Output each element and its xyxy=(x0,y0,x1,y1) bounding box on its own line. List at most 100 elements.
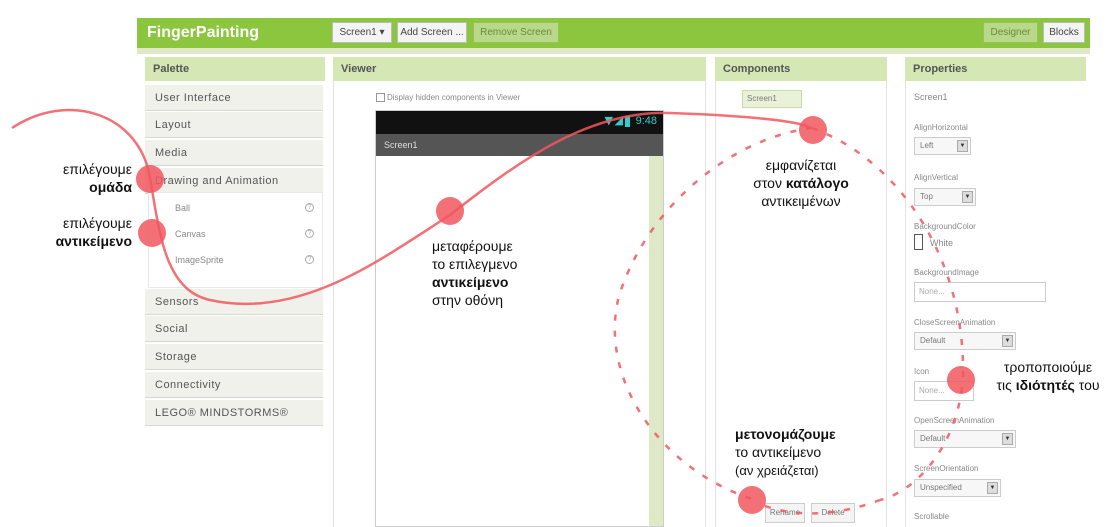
annotation-text: του xyxy=(1074,377,1100,393)
background-color-value[interactable]: White xyxy=(930,238,953,248)
annotation-text-bold: αντικείμενο xyxy=(432,274,509,290)
annotation-text: επιλέγουμε xyxy=(62,161,132,177)
annotation-text: αντικειμένων xyxy=(761,193,841,209)
align-vertical-select[interactable]: Top ▼ xyxy=(914,188,976,206)
palette-item-ball[interactable]: Ball ? xyxy=(150,196,320,220)
checkbox-icon[interactable] xyxy=(376,93,385,103)
annotation-appears: εμφανίζεται στον κατάλογο αντικειμένων xyxy=(715,156,887,210)
step-marker-group xyxy=(136,165,164,193)
app-inventor-designer: FingerPainting Screen1 ▾ Add Screen ... … xyxy=(0,0,1118,527)
signal-icon: ◢ xyxy=(614,114,623,127)
screen-orientation-select[interactable]: Unspecified ▼ xyxy=(914,479,1001,497)
palette-item-imagesprite[interactable]: ImageSprite ? xyxy=(150,248,320,272)
annotation-text: (αν χρειάζεται) xyxy=(735,463,819,478)
close-screen-animation-select[interactable]: Default ▼ xyxy=(914,332,1016,350)
hidden-components-label: Display hidden components in Viewer xyxy=(387,93,521,102)
battery-icon xyxy=(625,116,630,127)
imagesprite-item-label: ImageSprite xyxy=(175,255,224,265)
phone-scrollbar[interactable] xyxy=(649,156,663,526)
chevron-down-icon: ▼ xyxy=(1002,433,1013,445)
annotation-text: επιλέγουμε xyxy=(62,215,132,231)
toolbar-divider xyxy=(137,48,1090,54)
palette-group-lego[interactable]: LEGO® MINDSTORMS® xyxy=(145,400,323,426)
designer-button[interactable]: Designer xyxy=(983,22,1038,43)
display-hidden-components-checkbox[interactable]: Display hidden components in Viewer xyxy=(376,93,521,103)
icon-label: Icon xyxy=(914,367,930,376)
palette-group-drawing-animation[interactable]: Drawing and Animation xyxy=(145,168,323,194)
properties-header: Properties xyxy=(905,57,1086,81)
viewer-header: Viewer xyxy=(333,57,706,81)
annotation-text: στον xyxy=(753,175,786,191)
palette-group-social[interactable]: Social xyxy=(145,316,323,342)
delete-button[interactable]: Delete xyxy=(811,503,855,523)
annotation-select-object: επιλέγουμε αντικείμενο xyxy=(40,214,132,250)
step-marker-drag xyxy=(436,197,464,225)
palette-group-layout[interactable]: Layout xyxy=(145,112,323,138)
phone-status-bar: ▼ ◢ 9:48 xyxy=(376,111,663,134)
background-color-label: BackgroundColor xyxy=(914,222,976,231)
project-title: FingerPainting xyxy=(147,24,259,41)
component-tree-screen1[interactable]: Screen1 xyxy=(742,90,802,108)
palette-group-user-interface[interactable]: User Interface xyxy=(145,85,323,111)
screen-selector[interactable]: Screen1 ▾ xyxy=(332,22,392,43)
phone-preview[interactable]: ▼ ◢ 9:48 Screen1 xyxy=(375,110,664,527)
align-vertical-value: Top xyxy=(920,192,933,201)
blocks-button[interactable]: Blocks xyxy=(1043,22,1085,43)
info-icon[interactable]: ? xyxy=(305,203,314,212)
annotation-text-bold: ιδιότητές xyxy=(1015,377,1075,393)
palette-item-canvas[interactable]: Canvas ? xyxy=(150,222,320,246)
wifi-icon: ▼ xyxy=(604,114,613,127)
chevron-down-icon: ▼ xyxy=(987,482,998,494)
phone-screen-title: Screen1 xyxy=(376,134,663,156)
annotation-text: τροποποιούμε xyxy=(1003,359,1093,375)
annotation-text-bold: αντικείμενο xyxy=(55,233,132,249)
rename-button[interactable]: Rename xyxy=(765,503,805,523)
open-animation-value: Default xyxy=(920,434,946,443)
annotation-text: μεταφέρουμε xyxy=(432,238,513,254)
palette-group-storage[interactable]: Storage xyxy=(145,344,323,370)
scrollable-label: Scrollable xyxy=(914,512,950,521)
palette-header: Palette xyxy=(145,57,325,81)
annotation-text-bold: κατάλογο xyxy=(785,175,849,191)
annotation-modify: τροποποιούμε τις ιδιότητές του xyxy=(978,358,1118,394)
annotation-select-group: επιλέγουμε ομάδα xyxy=(40,160,132,196)
background-image-picker[interactable]: None... xyxy=(914,282,1046,302)
chevron-down-icon: ▼ xyxy=(957,140,968,152)
top-toolbar: FingerPainting Screen1 ▾ Add Screen ... … xyxy=(137,18,1090,48)
canvas-item-label: Canvas xyxy=(175,229,206,239)
step-marker-object xyxy=(138,219,166,247)
ball-item-label: Ball xyxy=(175,203,191,213)
add-screen-button[interactable]: Add Screen ... xyxy=(397,22,467,43)
info-icon[interactable]: ? xyxy=(305,255,314,264)
remove-screen-button[interactable]: Remove Screen xyxy=(473,22,559,43)
screen-orientation-value: Unspecified xyxy=(920,483,962,492)
align-horizontal-select[interactable]: Left ▼ xyxy=(914,137,971,155)
screen-orientation-label: ScreenOrientation xyxy=(914,464,979,473)
align-horizontal-label: AlignHorizontal xyxy=(914,123,968,132)
annotation-rename: μετονομάζουμε το αντικείμενο (αν χρειάζε… xyxy=(735,425,836,480)
open-screen-animation-select[interactable]: Default ▼ xyxy=(914,430,1016,448)
close-screen-animation-label: CloseScreenAnimation xyxy=(914,318,996,327)
annotation-text: το αντικείμενο xyxy=(735,444,822,460)
annotation-text: στην οθόνη xyxy=(432,292,503,308)
step-marker-rename xyxy=(738,486,766,514)
palette-group-connectivity[interactable]: Connectivity xyxy=(145,372,323,398)
components-header: Components xyxy=(715,57,887,81)
palette-group-sensors[interactable]: Sensors xyxy=(145,289,323,315)
annotation-text: εμφανίζεται xyxy=(765,157,837,173)
align-vertical-label: AlignVertical xyxy=(914,173,959,182)
annotation-text-bold: ομάδα xyxy=(89,179,132,195)
annotation-text: το επιλεγμενο xyxy=(432,256,518,272)
close-animation-value: Default xyxy=(920,336,946,345)
background-image-label: BackgroundImage xyxy=(914,268,979,277)
open-screen-animation-label: OpenScreenAnimation xyxy=(914,416,995,425)
palette-group-media[interactable]: Media xyxy=(145,140,323,166)
step-marker-appears xyxy=(799,116,827,144)
info-icon[interactable]: ? xyxy=(305,229,314,238)
background-color-swatch[interactable] xyxy=(914,234,923,250)
phone-time: 9:48 xyxy=(635,115,657,127)
annotation-text-bold: μετονομάζουμε xyxy=(735,426,836,442)
annotation-drag: μεταφέρουμε το επιλεγμενο αντικείμενο στ… xyxy=(432,237,517,309)
chevron-down-icon: ▼ xyxy=(962,191,973,203)
properties-component-name: Screen1 xyxy=(914,92,948,102)
